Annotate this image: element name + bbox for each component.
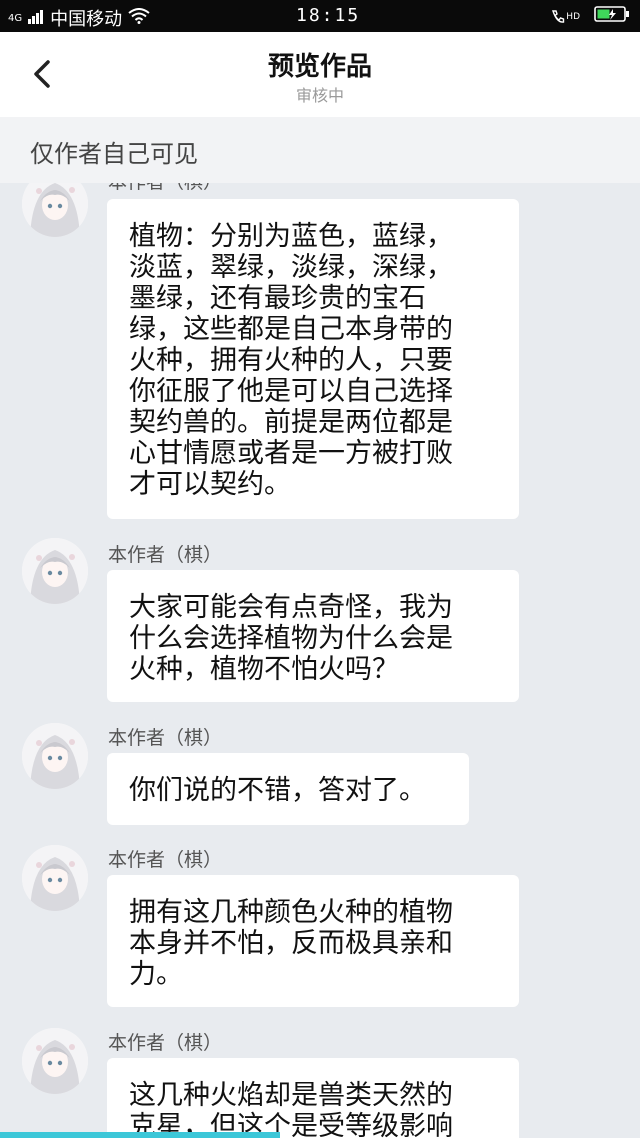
battery-icon [594,5,630,28]
author-avatar[interactable] [22,723,88,789]
message-bubble[interactable]: 植物：分别为蓝色，蓝绿， 淡蓝，翠绿，淡绿，深绿， 墨绿，还有最珍贵的宝石 绿，… [107,199,519,519]
wifi-icon [128,7,150,29]
status-right: HD [551,5,630,28]
hd-label: HD [566,11,580,22]
status-bar: 4G 中国移动 18:15 HD [0,0,640,32]
message-bubble[interactable]: 大家可能会有点奇怪，我为 什么会选择植物为什么会是 火种，植物不怕火吗？ [107,570,519,702]
message-bubble[interactable]: 这几种火焰却是兽类天然的 克星，但这个是受等级影响 [107,1058,519,1138]
status-left: 4G 中国移动 [8,5,150,31]
loading-progress-bar [0,1132,280,1138]
author-name: 本作者（棋） [108,727,223,749]
author-avatar[interactable] [22,845,88,911]
hd-call-icon: HD [551,9,580,25]
author-name: 本作者（棋） [108,183,222,194]
author-name: 本作者（棋） [108,1032,223,1054]
visibility-notice: 仅作者自己可见 [0,117,640,183]
author-avatar[interactable] [22,1028,88,1094]
page-title: 预览作品 [267,52,372,82]
clock: 18:15 [296,5,361,26]
author-name: 本作者（棋） [108,849,223,871]
navigation-bar: 预览作品 审核中 [0,32,640,117]
signal-icon [28,8,44,29]
author-avatar[interactable] [22,538,88,604]
message-bubble[interactable]: 拥有这几种颜色火种的植物 本身并不怕，反而极具亲和 力。 [107,875,519,1007]
network-type: 4G [8,12,23,24]
author-name: 本作者（棋） [108,544,223,566]
message-feed[interactable]: 本作者（棋） 植物：分别为蓝色，蓝绿， 淡蓝，翠绿，淡绿，深绿， 墨绿，还有最珍… [0,183,640,1138]
message-bubble[interactable]: 你们说的不错，答对了。 [107,753,469,825]
author-avatar[interactable] [22,183,88,237]
carrier-name: 中国移动 [50,9,123,30]
review-status: 审核中 [295,86,344,105]
visibility-notice-text: 仅作者自己可见 [30,140,198,168]
